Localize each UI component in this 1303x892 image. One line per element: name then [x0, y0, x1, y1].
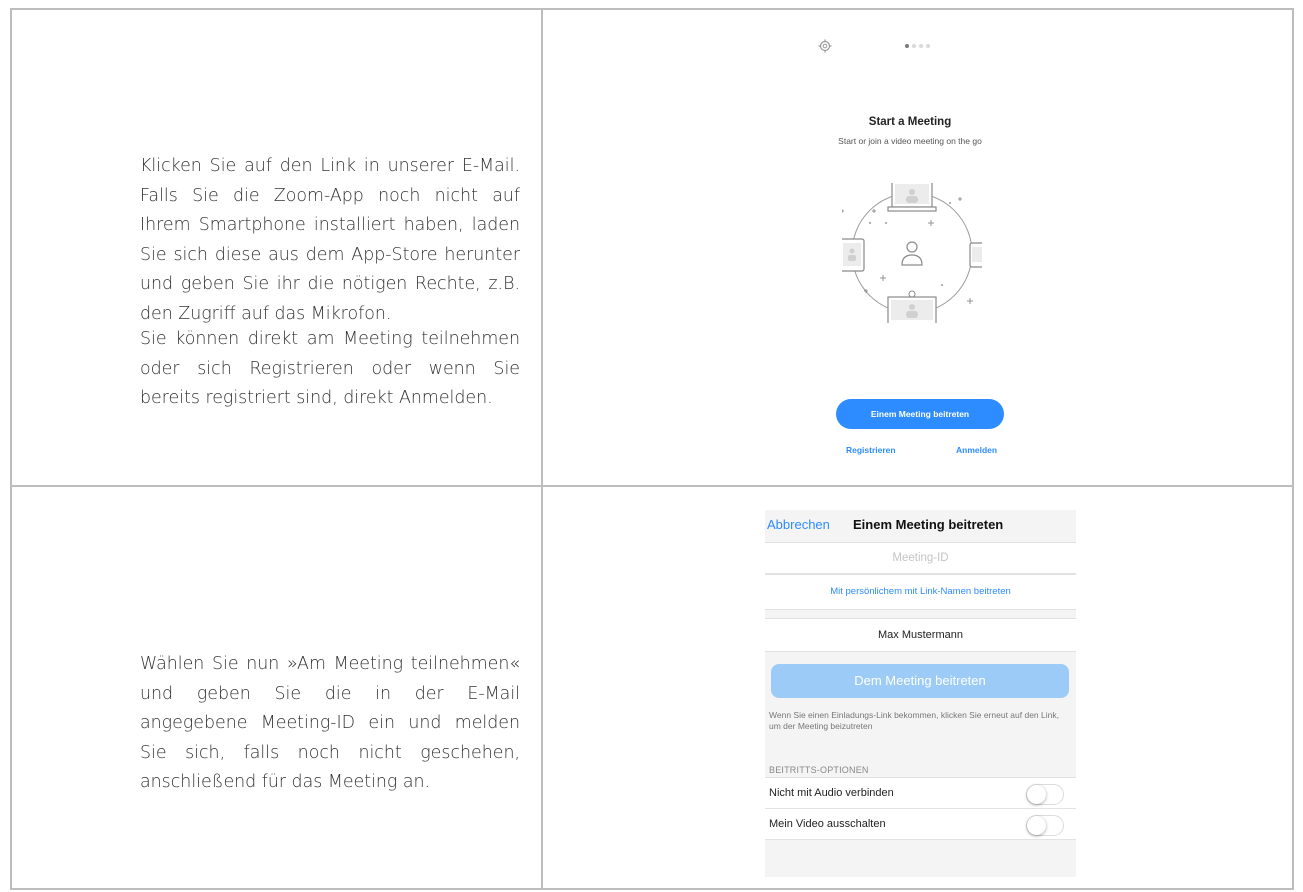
cancel-button[interactable]: Abbrechen	[767, 517, 830, 532]
option-video-off: Mein Video ausschalten	[765, 808, 1076, 840]
screen-title: Start a Meeting	[868, 116, 952, 128]
invitation-hint: Wenn Sie einen Einladungs-Link bekommen,…	[769, 710, 1059, 731]
screen-title: Einem Meeting beitreten	[853, 517, 1004, 532]
step1-paragraph-2: Sie können direkt am Meeting teilnehmen …	[140, 329, 520, 408]
step1-text-2: Sie können direkt am Meeting teilnehmen …	[140, 325, 520, 414]
login-link[interactable]: Anmelden	[956, 445, 997, 455]
row-divider	[12, 485, 1292, 487]
video-off-toggle[interactable]	[1026, 815, 1064, 836]
options-header: BEITRITTS-OPTIONEN	[769, 765, 869, 775]
toggle-knob	[1027, 785, 1046, 804]
gear-icon[interactable]	[818, 39, 832, 53]
page-dot[interactable]	[926, 44, 930, 48]
page-dot[interactable]	[919, 44, 923, 48]
navigation-bar: Abbrechen Einem Meeting beitreten	[765, 510, 1076, 540]
option-label: Mein Video ausschalten	[769, 818, 886, 830]
join-with-link-name-option[interactable]: Mit persönlichem mit Link-Namen beitrete…	[765, 574, 1076, 610]
name-value: Max Mustermann	[878, 629, 963, 641]
step2-text: Wählen Sie nun »Am Meeting teilnehmen« u…	[140, 650, 520, 798]
toggle-knob	[1027, 816, 1046, 835]
screen-subtitle: Start or join a video meeting on the go	[838, 136, 982, 146]
link-name-label: Mit persönlichem mit Link-Namen beitrete…	[830, 586, 1011, 597]
meeting-id-placeholder: Meeting-ID	[892, 552, 949, 564]
step2-paragraph-1: Wählen Sie nun »Am Meeting teilnehmen« u…	[140, 654, 520, 792]
option-label: Nicht mit Audio verbinden	[769, 787, 894, 799]
start-meeting-screen: Start a Meeting Start or join a video me…	[760, 25, 1060, 465]
meeting-illustration	[842, 183, 982, 323]
name-field[interactable]: Max Mustermann	[765, 618, 1076, 652]
join-meeting-button[interactable]: Dem Meeting beitreten	[771, 664, 1069, 698]
instruction-table: Klicken Sie auf den Link in unserer E-Ma…	[10, 8, 1294, 890]
column-divider	[541, 10, 543, 888]
page-dot-active[interactable]	[905, 44, 909, 48]
option-no-audio: Nicht mit Audio verbinden	[765, 777, 1076, 809]
step1-text: Klicken Sie auf den Link in unserer E-Ma…	[140, 152, 520, 329]
no-audio-toggle[interactable]	[1026, 784, 1064, 805]
meeting-id-input[interactable]: Meeting-ID	[765, 542, 1076, 574]
page-indicator	[905, 44, 933, 62]
page-dot[interactable]	[912, 44, 916, 48]
register-link[interactable]: Registrieren	[846, 445, 896, 455]
step1-paragraph-1: Klicken Sie auf den Link in unserer E-Ma…	[140, 156, 520, 324]
join-meeting-button[interactable]: Einem Meeting beitreten	[836, 399, 1004, 429]
join-meeting-screen: Abbrechen Einem Meeting beitreten Meetin…	[765, 510, 1076, 877]
